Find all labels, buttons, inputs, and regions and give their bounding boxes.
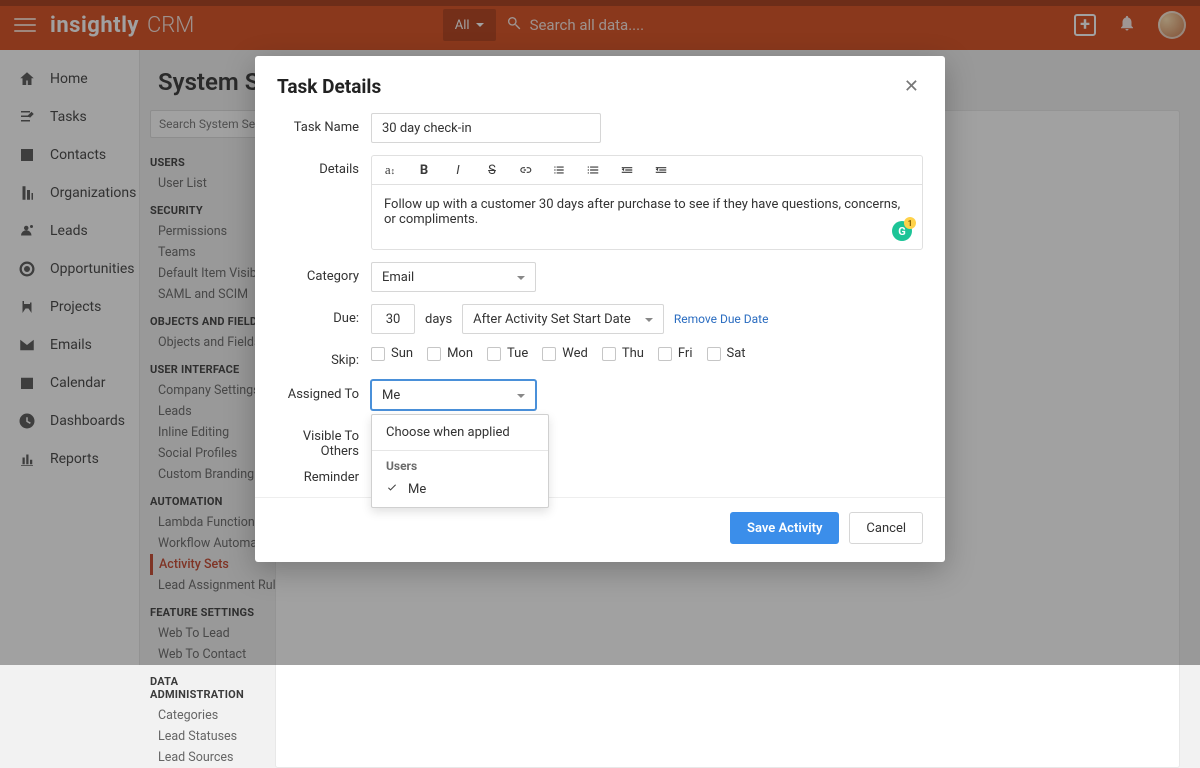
outdent-icon[interactable] <box>620 163 636 177</box>
label-skip: Skip: <box>277 346 371 368</box>
skip-wed[interactable]: Wed <box>542 346 588 361</box>
due-relation-value: After Activity Set Start Date <box>473 312 631 327</box>
assigned-to-dropdown: Choose when applied Users Me <box>371 414 549 508</box>
label-reminder: Reminder <box>277 463 371 485</box>
number-list-icon[interactable] <box>586 163 602 177</box>
check-icon <box>386 481 398 497</box>
chevron-down-icon <box>517 276 525 280</box>
grammarly-icon[interactable]: G <box>892 221 912 241</box>
dropdown-option-choose[interactable]: Choose when applied <box>372 415 548 450</box>
bold-icon[interactable]: B <box>416 163 432 178</box>
assigned-to-select[interactable]: Me <box>371 380 536 410</box>
label-due: Due: <box>277 304 371 326</box>
editor-toolbar: a↕ B I S <box>371 155 923 184</box>
checkbox[interactable] <box>427 347 441 361</box>
task-details-modal: Task Details ✕ Task Name Details a↕ B I … <box>255 56 945 562</box>
details-text: Follow up with a customer 30 days after … <box>384 197 900 227</box>
strike-icon[interactable]: S <box>484 163 500 178</box>
task-name-input[interactable] <box>371 113 601 143</box>
indent-icon[interactable] <box>654 163 670 177</box>
cancel-button[interactable]: Cancel <box>849 512 923 544</box>
settings-item[interactable]: Categories <box>150 705 275 726</box>
label-category: Category <box>277 262 371 284</box>
fontsize-icon[interactable]: a↕ <box>382 162 398 178</box>
checkbox[interactable] <box>487 347 501 361</box>
label-task-name: Task Name <box>277 113 371 135</box>
checkbox[interactable] <box>542 347 556 361</box>
modal-title: Task Details <box>277 75 381 98</box>
category-value: Email <box>382 270 414 285</box>
close-icon[interactable]: ✕ <box>900 72 923 101</box>
due-unit-label: days <box>425 312 452 327</box>
italic-icon[interactable]: I <box>450 163 466 178</box>
settings-item[interactable]: Lead Sources <box>150 747 275 768</box>
label-visible: Visible To Others <box>277 422 371 459</box>
bullet-list-icon[interactable] <box>552 163 568 177</box>
label-assigned: Assigned To <box>277 380 371 402</box>
checkbox[interactable] <box>707 347 721 361</box>
skip-tue[interactable]: Tue <box>487 346 528 361</box>
details-editor[interactable]: Follow up with a customer 30 days after … <box>371 184 923 250</box>
dropdown-group-users: Users <box>372 451 548 475</box>
label-details: Details <box>277 155 371 177</box>
checkbox[interactable] <box>658 347 672 361</box>
skip-thu[interactable]: Thu <box>602 346 644 361</box>
skip-fri[interactable]: Fri <box>658 346 693 361</box>
checkbox[interactable] <box>371 347 385 361</box>
settings-item[interactable]: Lead Statuses <box>150 726 275 747</box>
chevron-down-icon <box>517 394 525 398</box>
skip-sat[interactable]: Sat <box>707 346 746 361</box>
checkbox[interactable] <box>602 347 616 361</box>
dropdown-option-me[interactable]: Me <box>372 475 548 507</box>
remove-due-date-link[interactable]: Remove Due Date <box>674 312 769 326</box>
due-number-input[interactable] <box>371 304 415 334</box>
assigned-to-value: Me <box>382 388 400 403</box>
settings-group-head: DATA ADMINISTRATION <box>150 675 275 701</box>
link-icon[interactable] <box>518 163 534 177</box>
due-relation-select[interactable]: After Activity Set Start Date <box>462 304 664 334</box>
chevron-down-icon <box>645 318 653 322</box>
skip-mon[interactable]: Mon <box>427 346 473 361</box>
save-activity-button[interactable]: Save Activity <box>730 512 839 544</box>
skip-sun[interactable]: Sun <box>371 346 413 361</box>
category-select[interactable]: Email <box>371 262 536 292</box>
